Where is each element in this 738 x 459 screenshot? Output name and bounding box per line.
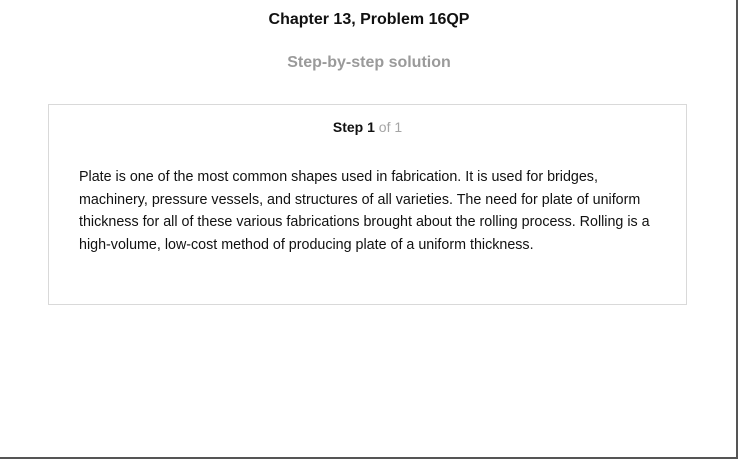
step-total: of 1 — [378, 119, 403, 135]
step-card: Step 1 of 1 Plate is one of the most com… — [48, 104, 687, 305]
step-explanation-text: Plate is one of the most common shapes u… — [79, 169, 650, 253]
step-header: Step 1 of 1 — [49, 119, 686, 135]
page-title: Chapter 13, Problem 16QP — [268, 11, 470, 28]
step-label: Step 1 — [332, 119, 375, 135]
solution-subtitle: Step-by-step solution — [287, 54, 451, 71]
